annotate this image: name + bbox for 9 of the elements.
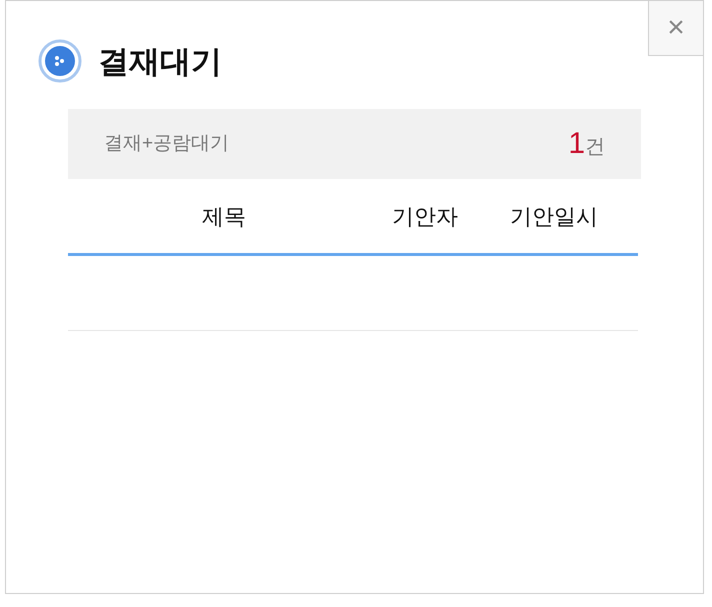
column-header: 기안일시 [510, 202, 598, 230]
column-header: 제목 [202, 202, 246, 230]
title-icon [38, 39, 82, 83]
panel-title: 결재대기 [98, 46, 222, 76]
column-header: 기안자 [392, 202, 458, 230]
count-number: 1 [568, 129, 585, 159]
summary-label: 결재+공람대기 [104, 132, 230, 156]
count-unit: 건 [585, 137, 605, 157]
close-button[interactable]: × [648, 0, 704, 56]
